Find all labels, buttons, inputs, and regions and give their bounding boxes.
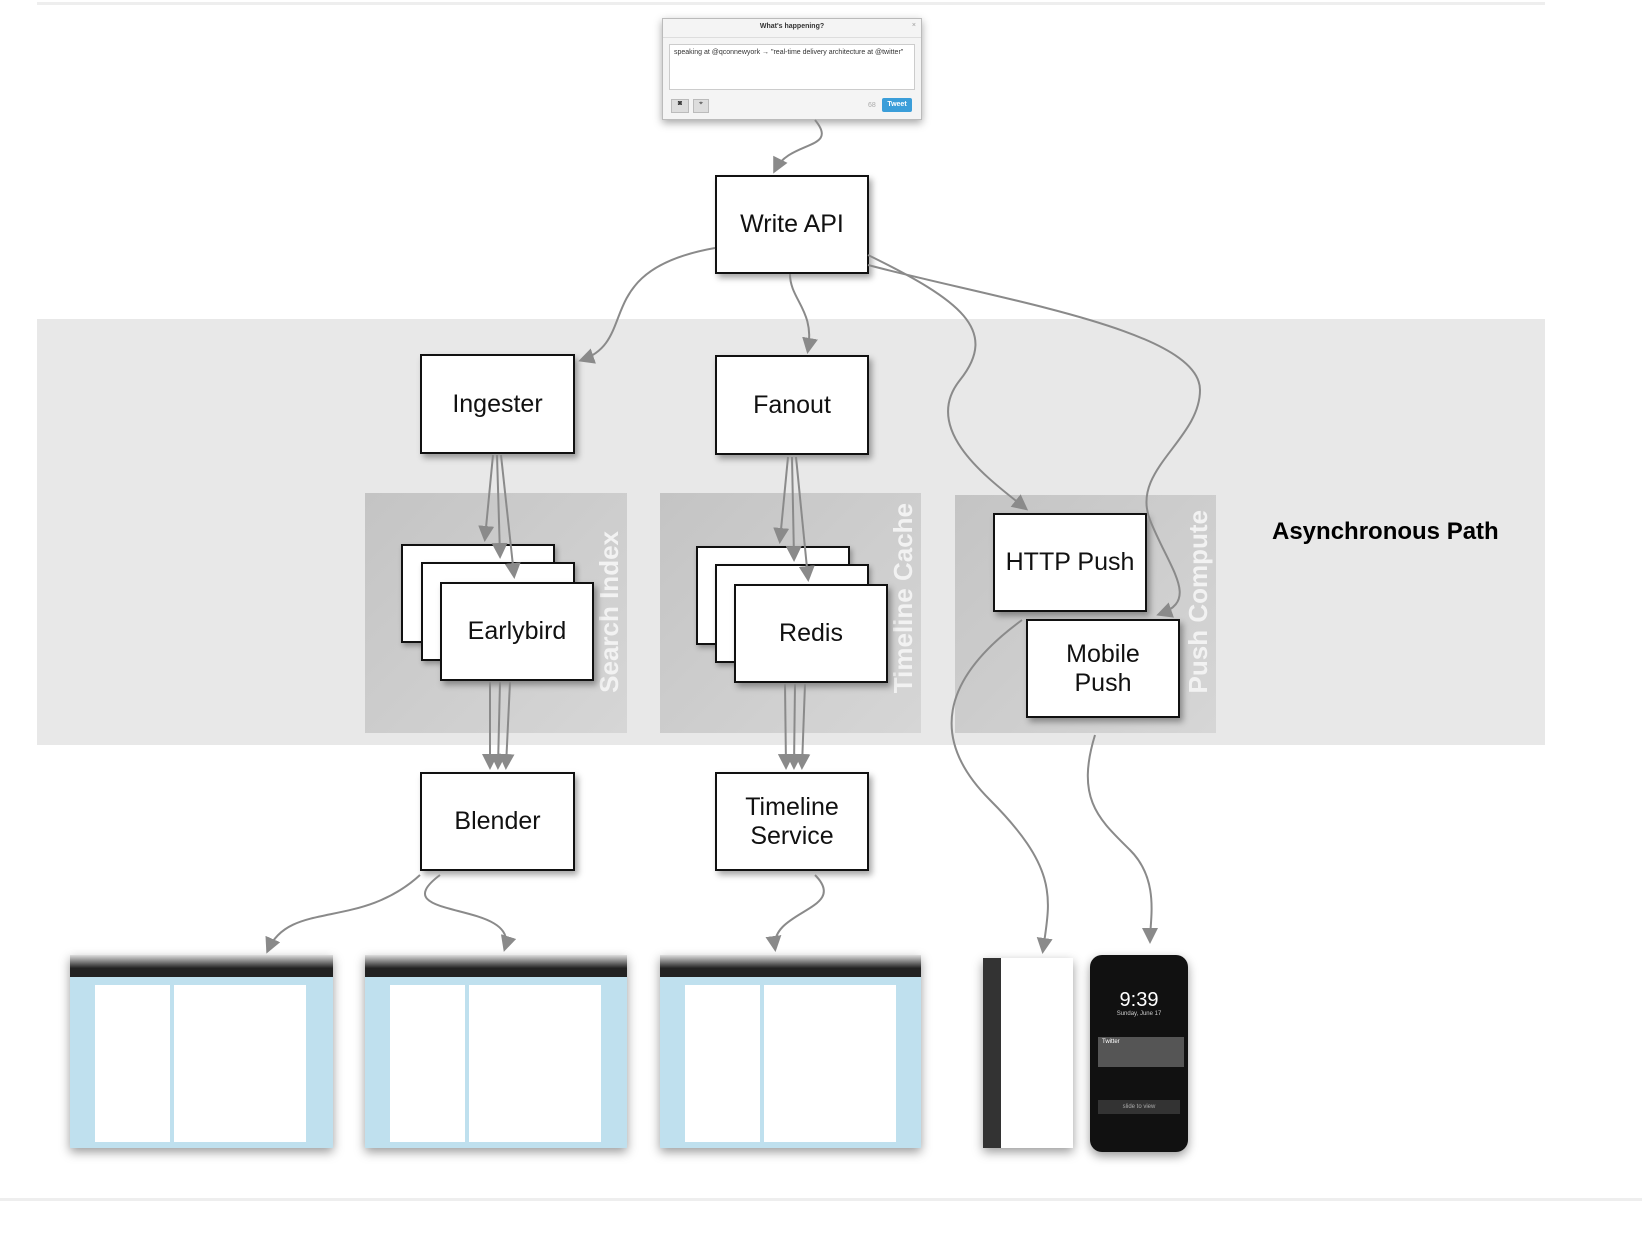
arrow	[789, 273, 818, 354]
arrow	[491, 454, 508, 559]
arrow	[424, 874, 517, 952]
arrow	[478, 454, 495, 542]
arrow	[785, 456, 802, 562]
twitter-web-home-screenshot	[660, 955, 921, 1148]
twitter-web-search-screenshot	[365, 955, 627, 1148]
arrow	[867, 254, 1029, 511]
arrow	[867, 264, 1202, 618]
slide-to-view[interactable]: slide to view	[1098, 1100, 1180, 1114]
arrow	[578, 247, 716, 364]
arrow	[794, 683, 811, 770]
arrow	[795, 456, 815, 582]
twitter-web-discover-screenshot	[70, 955, 333, 1148]
twitter-mac-client-screenshot	[983, 958, 1073, 1148]
arrow	[950, 619, 1053, 954]
arrow	[773, 456, 790, 544]
arrow	[1086, 734, 1159, 944]
arrow	[765, 874, 825, 952]
arrow	[265, 874, 421, 954]
bottom-divider	[0, 1198, 1642, 1201]
arrow	[500, 454, 521, 579]
push-notification: Twitter	[1098, 1037, 1184, 1067]
arrow	[777, 683, 794, 770]
arrow	[498, 681, 515, 770]
arrow	[490, 681, 507, 770]
iphone-lockscreen: 9:39 Sunday, June 17 Twitter slide to vi…	[1090, 955, 1188, 1152]
arrow	[786, 683, 803, 770]
phone-date: Sunday, June 17	[1116, 1011, 1162, 1017]
phone-time: 9:39	[1119, 989, 1159, 1011]
arrow	[773, 119, 823, 174]
